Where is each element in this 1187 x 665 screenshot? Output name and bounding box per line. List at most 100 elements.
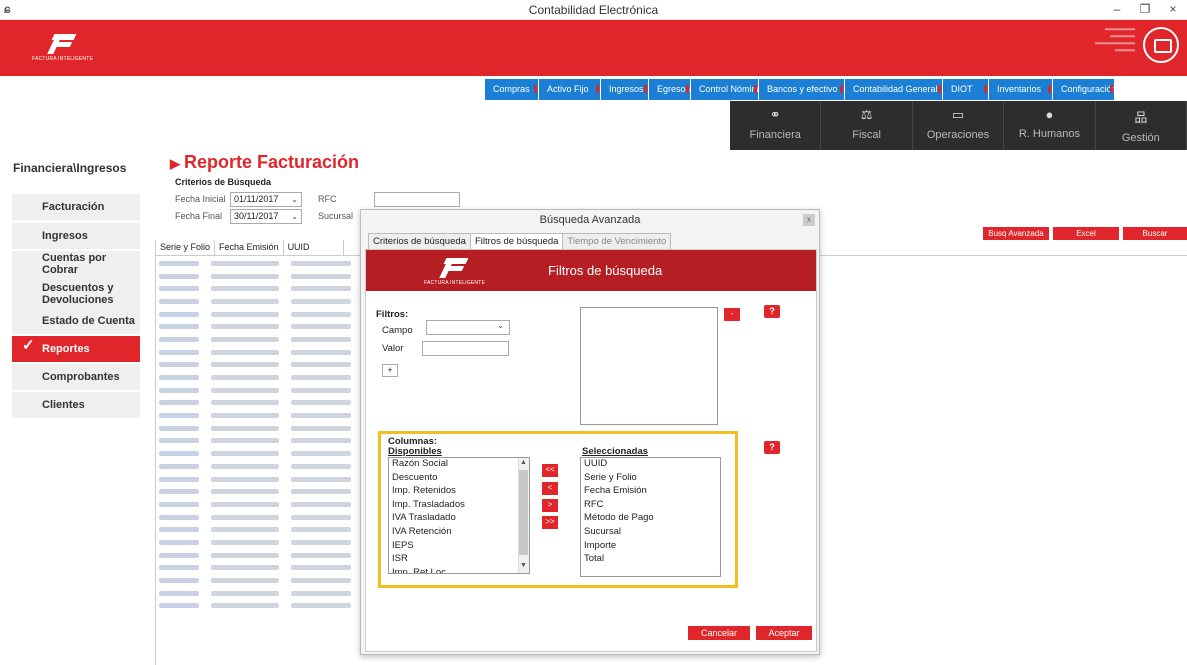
scroll-thumb[interactable]: [519, 470, 528, 555]
move-all-left-button[interactable]: <<: [542, 464, 558, 477]
column-header[interactable]: UUID: [284, 240, 344, 255]
tab-criterios[interactable]: Criterios de búsqueda: [368, 233, 471, 249]
list-item[interactable]: Fecha Emisión: [581, 485, 720, 499]
list-item[interactable]: Serie y Folio: [581, 472, 720, 486]
sidebar-item-ingresos[interactable]: Ingresos: [12, 223, 140, 249]
sidebar-item-descuentos[interactable]: Descuentos y Devoluciones: [12, 277, 140, 311]
sidebar-item-estado-de-cuenta[interactable]: Estado de Cuenta: [12, 308, 140, 334]
module-tile[interactable]: 品 Gestión: [1095, 101, 1187, 150]
list-item[interactable]: ISR: [389, 553, 529, 567]
add-filter-button[interactable]: +: [382, 364, 398, 377]
column-header[interactable]: Serie y Folio: [156, 240, 216, 255]
fecha-final-picker[interactable]: 30/11/2017 ⌄: [230, 209, 302, 224]
menu-item[interactable]: Inventarios: [989, 79, 1053, 100]
menu-item[interactable]: Ingresos: [601, 79, 649, 100]
menu-item[interactable]: DIOT: [943, 79, 989, 100]
table-row[interactable]: [156, 282, 361, 295]
move-all-right-button[interactable]: >>: [542, 516, 558, 529]
list-item[interactable]: Total: [581, 553, 720, 567]
help-icon[interactable]: ?: [764, 441, 780, 454]
table-row[interactable]: [156, 435, 361, 448]
column-header[interactable]: Fecha Emisión: [215, 240, 284, 255]
table-row[interactable]: [156, 295, 361, 308]
scroll-up-icon[interactable]: ▲: [519, 459, 528, 469]
table-row[interactable]: [156, 397, 361, 410]
table-row[interactable]: [156, 485, 361, 498]
tab-filtros[interactable]: Filtros de búsqueda: [469, 233, 564, 249]
table-row[interactable]: [156, 308, 361, 321]
sidebar-item-reportes[interactable]: ✓ Reportes: [12, 336, 140, 362]
menu-item[interactable]: Control Nómina: [691, 79, 762, 100]
table-row[interactable]: [156, 549, 361, 562]
table-row[interactable]: [156, 359, 361, 372]
list-item[interactable]: Imp. Ret Loc: [389, 567, 529, 573]
filtros-list[interactable]: [580, 307, 718, 425]
excel-button[interactable]: Excel: [1053, 227, 1119, 240]
table-row[interactable]: [156, 346, 361, 359]
minimize-button[interactable]: –: [1103, 0, 1131, 20]
table-row[interactable]: [156, 320, 361, 333]
campo-select[interactable]: ⌄: [426, 320, 510, 335]
help-icon[interactable]: ?: [764, 305, 780, 318]
table-row[interactable]: [156, 270, 361, 283]
table-row[interactable]: [156, 498, 361, 511]
list-item[interactable]: RFC: [581, 499, 720, 513]
rfc-input[interactable]: [374, 192, 460, 207]
table-row[interactable]: [156, 536, 361, 549]
seleccionadas-list[interactable]: UUID Serie y Folio Fecha Emisión RFC Método …: [580, 457, 721, 577]
list-item[interactable]: Imp. Retenidos: [389, 485, 529, 499]
busq-avanzada-button[interactable]: Busq Avanzada: [983, 227, 1049, 240]
sidebar-item-comprobantes[interactable]: Comprobantes: [12, 364, 140, 390]
sidebar-item-cuentas-por-cobrar[interactable]: Cuentas por Cobrar: [12, 251, 140, 277]
menu-item[interactable]: Compras: [485, 79, 539, 100]
module-tile[interactable]: ⚖ Fiscal: [821, 101, 913, 150]
table-row[interactable]: [156, 587, 361, 600]
list-item[interactable]: Descuento: [389, 472, 529, 486]
scroll-down-icon[interactable]: ▼: [519, 562, 528, 572]
module-tile[interactable]: ▭ Operaciones: [912, 101, 1005, 150]
table-row[interactable]: [156, 574, 361, 587]
close-window-button[interactable]: ×: [1159, 0, 1187, 20]
sidebar-item-clientes[interactable]: Clientes: [12, 392, 140, 418]
table-row[interactable]: [156, 460, 361, 473]
table-row[interactable]: [156, 333, 361, 346]
module-tile[interactable]: ● R. Humanos: [1004, 101, 1096, 150]
close-icon[interactable]: x: [803, 214, 815, 226]
table-row[interactable]: [156, 447, 361, 460]
table-row[interactable]: [156, 511, 361, 524]
restore-button[interactable]: ❐: [1131, 0, 1159, 20]
move-left-button[interactable]: <: [542, 482, 558, 495]
list-item[interactable]: Sucursal: [581, 526, 720, 540]
list-item[interactable]: Método de Pago: [581, 512, 720, 526]
list-item[interactable]: Razón Social: [389, 458, 529, 472]
table-row[interactable]: [156, 600, 361, 613]
user-avatar-icon[interactable]: [1143, 27, 1179, 63]
remove-filter-button[interactable]: -: [724, 308, 740, 321]
table-row[interactable]: [156, 473, 361, 486]
sidebar-item-facturacion[interactable]: Facturación: [12, 194, 140, 220]
list-item[interactable]: Imp. Trasladados: [389, 499, 529, 513]
menu-item[interactable]: Activo Fijo: [539, 79, 601, 100]
tab-tiempo-vencimiento[interactable]: Tiempo de Vencimiento: [562, 233, 672, 249]
menu-item[interactable]: Bancos y efectivo: [759, 79, 845, 100]
menu-item[interactable]: Contabilidad General: [845, 79, 943, 100]
aceptar-button[interactable]: Aceptar: [756, 626, 812, 640]
cancelar-button[interactable]: Cancelar: [688, 626, 750, 640]
valor-input[interactable]: [422, 341, 509, 356]
table-row[interactable]: [156, 409, 361, 422]
table-row[interactable]: [156, 371, 361, 384]
list-item[interactable]: UUID: [581, 458, 720, 472]
table-row[interactable]: [156, 523, 361, 536]
list-item[interactable]: IVA Retención: [389, 526, 529, 540]
list-item[interactable]: Importe: [581, 540, 720, 554]
table-row[interactable]: [156, 562, 361, 575]
table-row[interactable]: [156, 257, 361, 270]
scrollbar[interactable]: ▲ ▼: [518, 458, 529, 573]
disponibles-list[interactable]: Razón Social Descuento Imp. Retenidos Imp. …: [388, 457, 530, 574]
list-item[interactable]: IVA Trasladado: [389, 512, 529, 526]
fecha-inicial-picker[interactable]: 01/11/2017 ⌄: [230, 192, 302, 207]
module-tile[interactable]: ⚭ Financiera: [730, 101, 822, 150]
buscar-button[interactable]: Buscar: [1123, 227, 1187, 240]
table-row[interactable]: [156, 422, 361, 435]
menu-item[interactable]: Egresos: [649, 79, 691, 100]
